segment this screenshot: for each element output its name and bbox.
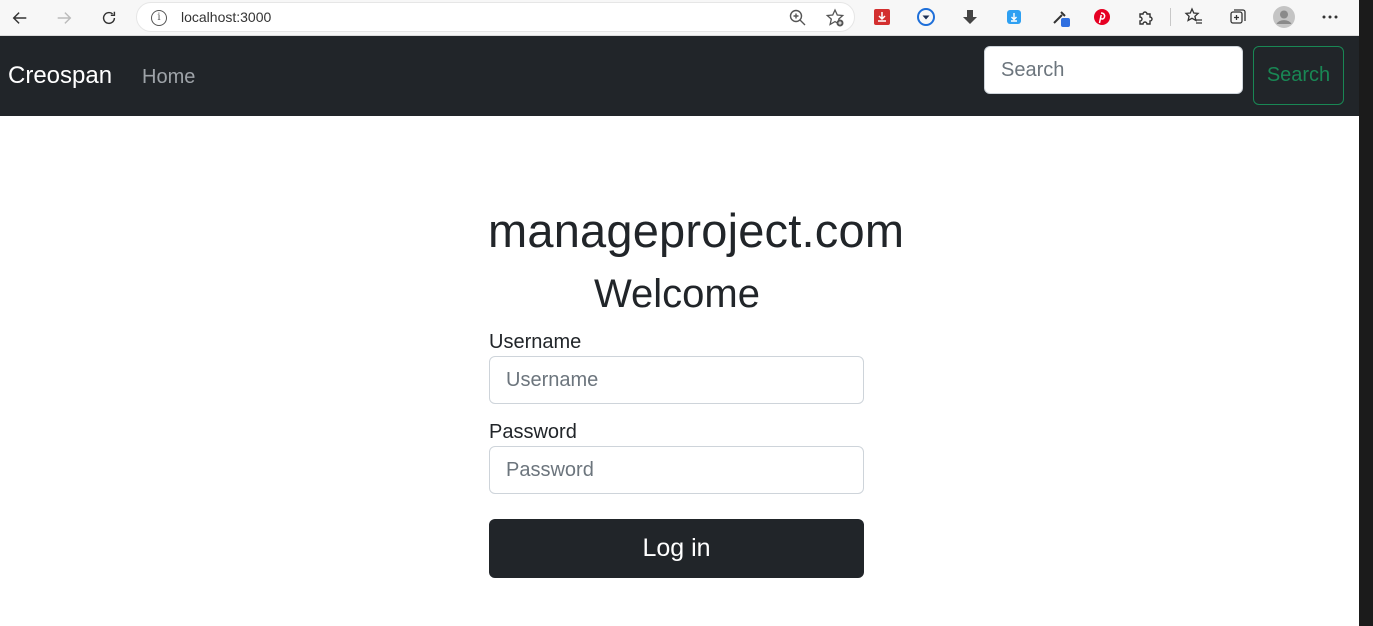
pinterest-icon[interactable]	[1090, 5, 1114, 29]
toolbar-separator	[1170, 8, 1171, 26]
welcome-heading: Welcome	[594, 272, 760, 316]
info-icon[interactable]: i	[151, 10, 167, 26]
reload-icon[interactable]	[95, 4, 123, 32]
search-input[interactable]	[984, 46, 1243, 94]
navbar-brand[interactable]: Creospan	[8, 62, 112, 90]
extension-blue-circle-icon[interactable]	[914, 5, 938, 29]
password-label: Password	[489, 421, 577, 443]
username-input[interactable]	[489, 356, 864, 404]
window-edge	[1359, 0, 1373, 626]
eyedropper-icon[interactable]	[1048, 5, 1072, 29]
extension-blue-download-icon[interactable]	[1002, 5, 1026, 29]
favorites-icon[interactable]	[1182, 5, 1206, 29]
back-arrow-icon[interactable]	[6, 4, 34, 32]
extension-red-icon[interactable]	[870, 5, 894, 29]
zoom-icon[interactable]	[788, 8, 808, 28]
forward-arrow-icon[interactable]	[50, 4, 78, 32]
username-label: Username	[489, 331, 582, 353]
collections-icon[interactable]	[1226, 5, 1250, 29]
address-url: localhost:3000	[181, 9, 272, 25]
add-favorite-icon[interactable]	[825, 8, 845, 28]
download-icon[interactable]	[958, 5, 982, 29]
search-button[interactable]: Search	[1253, 46, 1344, 105]
nav-link-home[interactable]: Home	[142, 66, 195, 89]
address-bar[interactable]: i localhost:3000	[136, 2, 855, 32]
app-navbar: Creospan Home Search	[0, 36, 1359, 116]
profile-avatar-icon[interactable]	[1272, 5, 1296, 29]
more-menu-icon[interactable]	[1318, 5, 1342, 29]
password-input[interactable]	[489, 446, 864, 494]
browser-toolbar: i localhost:3000	[0, 0, 1359, 36]
site-title: manageproject.com	[488, 204, 905, 257]
login-button[interactable]: Log in	[489, 519, 864, 578]
puzzle-icon[interactable]	[1134, 5, 1158, 29]
